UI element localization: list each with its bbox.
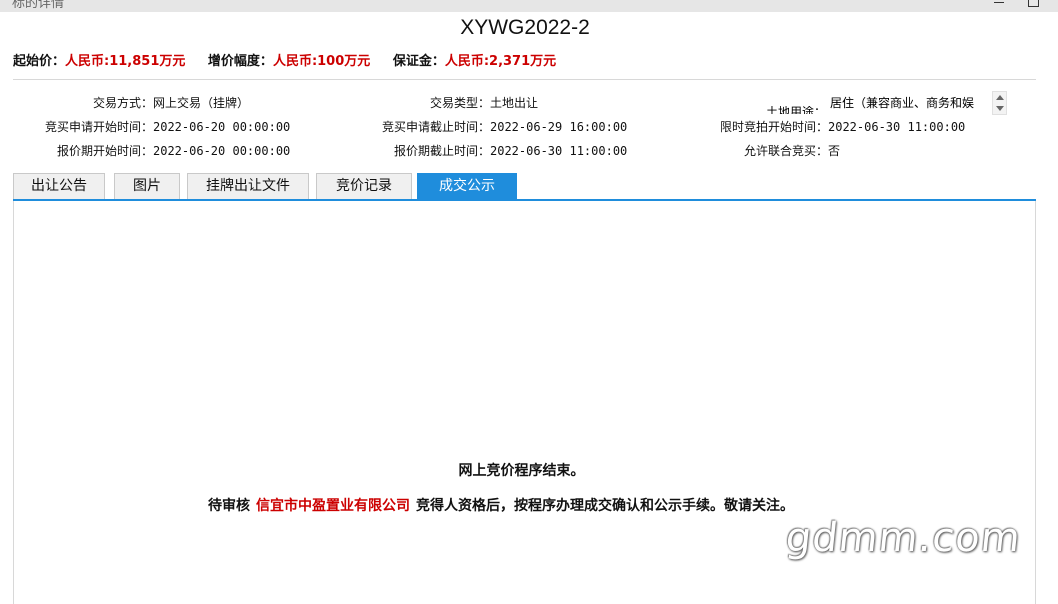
apply-end-field: 竞买申请截止时间：2022-06-29 16:00:00 [310, 118, 627, 135]
timed-bid-start-label: 限时竞拍开始时间： [719, 120, 828, 134]
trade-type-field: 交易类型：土地出让 [310, 94, 538, 111]
joint-bid-field: 允许联合竞买：否 [710, 142, 840, 159]
tab-bid-records[interactable]: 竞价记录 [316, 173, 412, 199]
result-notice: 待审核 信宜市中盈置业有限公司 竞得人资格后，按程序办理成交确认和公示手续。敬请关注… [208, 495, 794, 515]
watermark-logo: gdmm.com [783, 515, 1024, 561]
land-use-value: 居住（兼容商业、商务和娱 [830, 96, 975, 109]
trade-mode-label: 交易方式： [92, 96, 153, 110]
apply-end-label: 竞买申请截止时间： [381, 120, 490, 134]
trade-type-label: 交易类型： [429, 96, 490, 110]
scroll-up-icon[interactable] [996, 95, 1004, 100]
increment-value: 人民币:100万元 [272, 54, 371, 69]
tab-announcement[interactable]: 出让公告 [13, 173, 105, 199]
maximize-icon[interactable] [1028, 0, 1039, 8]
quote-end-field: 报价期截止时间：2022-06-30 11:00:00 [310, 142, 627, 159]
apply-start-value: 2022-06-20 00:00:00 [153, 120, 291, 134]
price-summary: 起始价：人民币:11,851万元 增价幅度：人民币:100万元 保证金：人民币:… [13, 50, 574, 69]
page-title: XYWG2022-2 [460, 16, 590, 39]
quote-start-value: 2022-06-20 00:00:00 [153, 144, 291, 158]
minimize-icon[interactable] [994, 0, 1006, 8]
apply-end-value: 2022-06-29 16:00:00 [490, 120, 628, 134]
increment-label: 增价幅度： [207, 54, 273, 69]
land-use-label: 土地用途： [766, 106, 827, 114]
trade-mode-value: 网上交易（挂牌） [153, 96, 250, 110]
apply-start-label: 竞买申请开始时间： [44, 120, 153, 134]
quote-end-value: 2022-06-30 11:00:00 [490, 144, 628, 158]
deposit-label: 保证金： [392, 54, 445, 69]
tab-deal-publicity[interactable]: 成交公示 [417, 173, 517, 199]
window-titlebar: 标的详情 [0, 0, 1058, 12]
joint-bid-label: 允许联合竞买： [743, 144, 828, 158]
window-title: 标的详情 [12, 0, 65, 11]
trade-mode-field: 交易方式：网上交易（挂牌） [13, 94, 249, 111]
deposit-value: 人民币:2,371万元 [444, 54, 557, 69]
tab-listing-documents[interactable]: 挂牌出让文件 [187, 173, 309, 199]
notice-prefix: 待审核 [208, 498, 250, 514]
trade-type-value: 土地出让 [490, 96, 539, 110]
tab-images[interactable]: 图片 [114, 173, 180, 199]
land-use-scrollbar[interactable] [992, 91, 1007, 115]
timed-bid-start-field: 限时竞拍开始时间：2022-06-30 11:00:00 [710, 118, 965, 135]
notice-suffix: 竞得人资格后，按程序办理成交确认和公示手续。敬请关注。 [416, 498, 794, 514]
result-status-text: 网上竞价程序结束。 [458, 463, 585, 479]
quote-end-label: 报价期截止时间： [393, 144, 490, 158]
joint-bid-value: 否 [828, 144, 841, 158]
start-price-label: 起始价： [13, 54, 66, 69]
start-price-value: 人民币:11,851万元 [65, 54, 186, 69]
quote-start-field: 报价期开始时间：2022-06-20 00:00:00 [13, 142, 290, 159]
winning-company: 信宜市中盈置业有限公司 [256, 498, 410, 514]
scroll-down-icon[interactable] [996, 106, 1004, 111]
apply-start-field: 竞买申请开始时间：2022-06-20 00:00:00 [13, 118, 290, 135]
timed-bid-start-value: 2022-06-30 11:00:00 [828, 120, 966, 134]
quote-start-label: 报价期开始时间： [56, 144, 153, 158]
divider [13, 79, 1036, 80]
